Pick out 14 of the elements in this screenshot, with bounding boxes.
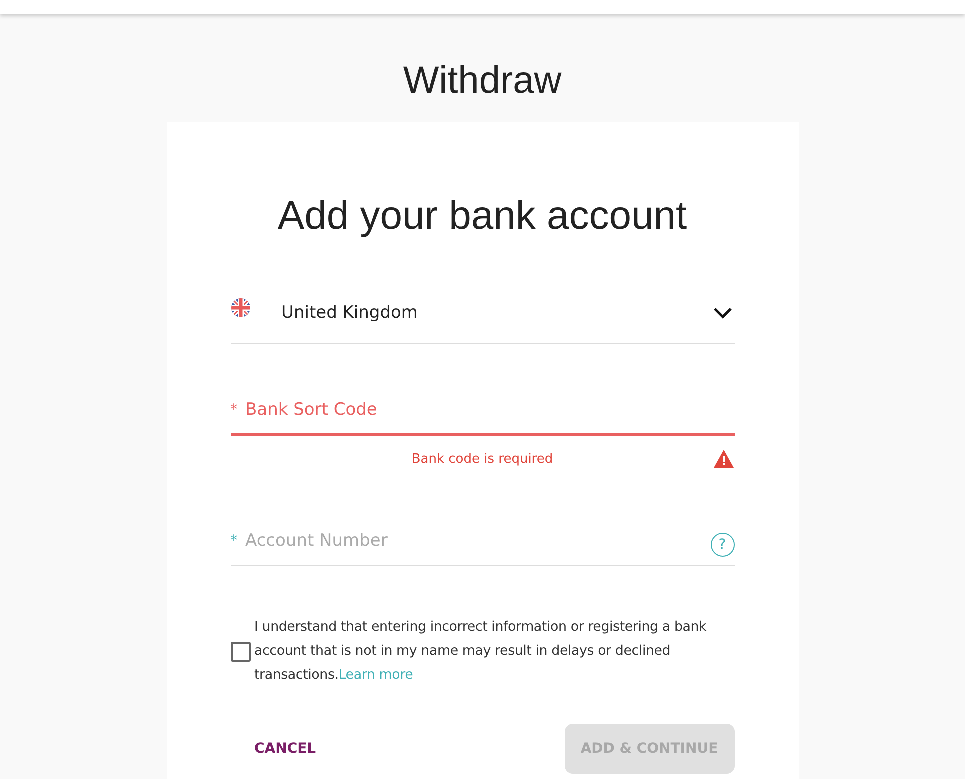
flag-icon — [230, 298, 250, 318]
cancel-button[interactable]: CANCEL — [230, 729, 340, 769]
error-message: Bank code is required — [412, 452, 554, 466]
country-select[interactable]: United Kingdom — [230, 282, 734, 344]
text-field[interactable]: * Bank Sort Code — [230, 386, 734, 436]
learn-more-link[interactable]: Learn more — [338, 668, 414, 683]
form-heading: Add your bank account — [276, 193, 688, 240]
consent-checkbox[interactable] — [230, 642, 250, 662]
help-button[interactable]: ? — [710, 532, 734, 556]
text-field[interactable]: * Account Number ? — [230, 516, 734, 566]
page-title: Withdraw — [402, 59, 563, 104]
warning-icon — [712, 449, 734, 469]
consent-text: I understand that entering incorrect information or registering a bank account that is not in my name may result in delays or declined transactions.Learn more — [254, 619, 708, 685]
chevron-down-icon — [712, 306, 732, 318]
